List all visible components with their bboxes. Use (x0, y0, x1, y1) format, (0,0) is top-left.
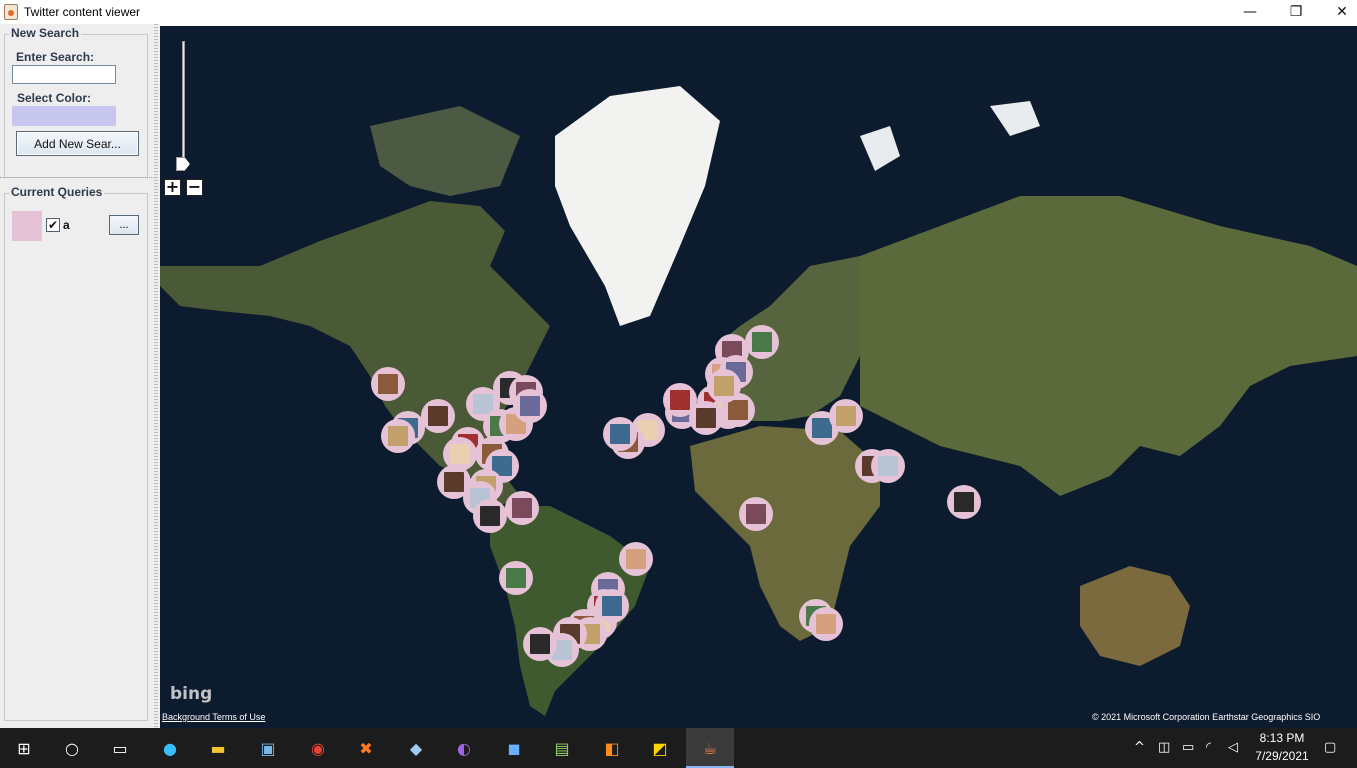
tweet-avatar-thumbnail (506, 568, 526, 588)
tweet-avatar-thumbnail (728, 400, 748, 420)
tweet-marker[interactable] (473, 499, 507, 533)
xampp-icon[interactable]: ✖ (354, 736, 378, 760)
notepad-plus-icon[interactable]: ▤ (550, 736, 574, 760)
tweet-avatar-thumbnail (428, 406, 448, 426)
tweet-avatar-thumbnail (714, 376, 734, 396)
color-label: Select Color: (17, 91, 92, 105)
notifications-icon[interactable]: ▢ (1324, 740, 1336, 755)
search-label: Enter Search: (16, 50, 95, 64)
window-title: Twitter content viewer (24, 5, 141, 19)
volume-icon[interactable]: ◁ (1228, 740, 1238, 755)
tweet-avatar-thumbnail (836, 406, 856, 426)
tweet-marker[interactable] (871, 449, 905, 483)
new-search-title: New Search (9, 26, 82, 40)
tweet-marker[interactable] (745, 325, 779, 359)
pdf-tool-icon[interactable]: ◧ (600, 736, 624, 760)
tweet-avatar-thumbnail (378, 374, 398, 394)
tor-browser-icon[interactable]: ◐ (452, 736, 476, 760)
tweet-avatar-thumbnail (450, 444, 470, 464)
tweet-marker[interactable] (381, 419, 415, 453)
windows-taskbar: ⊞ ○ ▭ ● ▬ ▣ ◉ ✖ ◆ ◐ ◼ ▤ ◧ ◩ ☕ ^ ◫ ▭ ◜ ◁ … (0, 728, 1357, 768)
java-icon[interactable]: ☕ (698, 736, 722, 760)
tweet-avatar-thumbnail (530, 634, 550, 654)
zoom-in-button[interactable]: + (164, 179, 181, 196)
search-input[interactable] (12, 65, 116, 84)
tweet-avatar-thumbnail (610, 424, 630, 444)
tweet-avatar-thumbnail (388, 426, 408, 446)
panel-splitter[interactable] (0, 177, 154, 182)
tweet-marker[interactable] (603, 417, 637, 451)
color-picker-swatch[interactable] (12, 106, 116, 126)
query-visible-checkbox[interactable]: ✔ (46, 218, 60, 232)
file-explorer-icon[interactable]: ▬ (206, 736, 230, 760)
add-new-search-button[interactable]: Add New Sear... (16, 131, 139, 156)
current-queries-title: Current Queries (9, 185, 105, 199)
tweet-marker[interactable] (505, 491, 539, 525)
zoom-slider-track[interactable] (182, 41, 185, 166)
tweet-marker[interactable] (513, 389, 547, 423)
task-view-icon[interactable]: ▭ (108, 736, 132, 760)
tweet-avatar-thumbnail (480, 506, 500, 526)
show-hidden-icons-icon[interactable]: ^ (1134, 740, 1145, 755)
tweet-marker[interactable] (829, 399, 863, 433)
tweet-avatar-thumbnail (878, 456, 898, 476)
virtualbox-icon[interactable]: ◆ (404, 736, 428, 760)
sticky-notes-icon[interactable]: ◩ (648, 736, 672, 760)
query-name: a (63, 218, 70, 232)
tweet-marker[interactable] (809, 607, 843, 641)
terms-of-use-link[interactable]: Background Terms of Use (162, 712, 265, 722)
meet-now-icon[interactable]: ◫ (1158, 740, 1170, 755)
chrome-icon[interactable]: ◉ (306, 736, 330, 760)
vertical-divider[interactable] (154, 24, 158, 728)
tweet-avatar-thumbnail (602, 596, 622, 616)
map-copyright: © 2021 Microsoft Corporation Earthstar G… (1092, 712, 1321, 722)
tweet-marker[interactable] (739, 497, 773, 531)
world-map[interactable]: + − bing Background Terms of Use © 2021 … (160, 26, 1357, 728)
clock-time[interactable]: 8:13 PM (1250, 731, 1314, 745)
java-app-icon (4, 4, 18, 20)
intellij-icon[interactable]: ◼ (502, 736, 526, 760)
windows-start-icon[interactable]: ⊞ (12, 736, 36, 760)
tweet-marker[interactable] (707, 369, 741, 403)
tweet-avatar-thumbnail (696, 408, 716, 428)
tweet-avatar-thumbnail (816, 614, 836, 634)
tweet-avatar-thumbnail (520, 396, 540, 416)
wifi-icon[interactable]: ◜ (1206, 740, 1211, 755)
search-circle-icon[interactable]: ○ (60, 736, 84, 760)
tweet-avatar-thumbnail (444, 472, 464, 492)
maximize-button[interactable]: ❐ (1273, 0, 1319, 24)
zoom-out-button[interactable]: − (186, 179, 203, 196)
tweet-avatar-thumbnail (626, 549, 646, 569)
left-panel: New Search Enter Search: Select Color: A… (0, 24, 160, 728)
minimize-button[interactable]: — (1227, 0, 1273, 24)
tweet-marker[interactable] (421, 399, 455, 433)
tweet-marker[interactable] (947, 485, 981, 519)
satellite-map-background (160, 26, 1357, 728)
control-panel-icon[interactable]: ▣ (256, 736, 280, 760)
tweet-avatar-thumbnail (670, 390, 690, 410)
clock-date[interactable]: 7/29/2021 (1250, 749, 1314, 763)
new-search-group: New Search Enter Search: Select Color: A… (4, 26, 148, 178)
bing-logo: bing (170, 684, 213, 704)
close-button[interactable]: ✕ (1319, 0, 1357, 24)
title-bar: Twitter content viewer — ❐ ✕ (0, 0, 1357, 24)
tweet-marker[interactable] (371, 367, 405, 401)
tweet-marker[interactable] (523, 627, 557, 661)
tweet-avatar-thumbnail (954, 492, 974, 512)
tweet-marker[interactable] (619, 542, 653, 576)
tweet-avatar-thumbnail (752, 332, 772, 352)
tweet-avatar-thumbnail (512, 498, 532, 518)
current-queries-group: Current Queries ✔ a ... (4, 185, 148, 721)
query-options-button[interactable]: ... (109, 215, 139, 235)
tweet-avatar-thumbnail (746, 504, 766, 524)
tweet-marker[interactable] (499, 561, 533, 595)
tweet-marker[interactable] (595, 589, 629, 623)
battery-icon[interactable]: ▭ (1182, 740, 1194, 755)
tweet-marker[interactable] (689, 401, 723, 435)
query-color-swatch (12, 211, 42, 241)
edge-icon[interactable]: ● (158, 736, 182, 760)
